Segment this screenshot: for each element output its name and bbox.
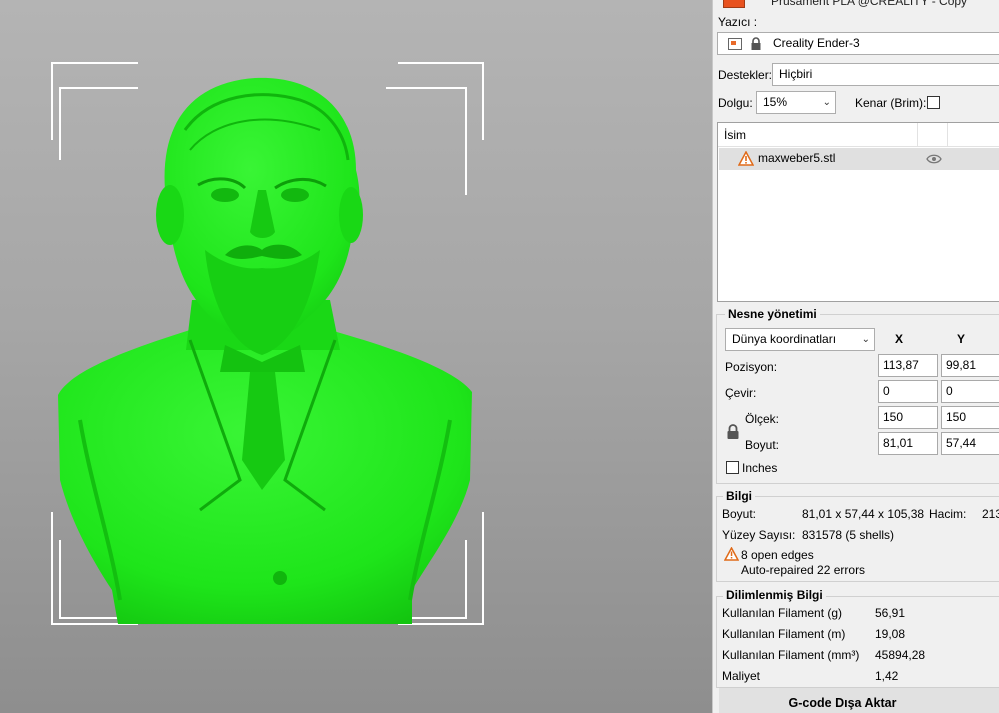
scale-label: Ölçek:	[745, 412, 780, 426]
brim-label: Kenar (Brim):	[855, 96, 927, 110]
infill-label: Dolgu:	[718, 96, 753, 110]
warning-icon	[724, 547, 739, 561]
sliced-row-label: Kullanılan Filament (g)	[722, 606, 843, 620]
sliced-row-label: Maliyet	[722, 669, 761, 683]
column-visibility[interactable]	[918, 123, 948, 147]
size-y-input[interactable]: 57,44	[941, 432, 999, 455]
object-manipulation-title: Nesne yönetimi	[725, 307, 820, 321]
list-item[interactable]: maxweber5.stl	[719, 148, 999, 170]
lock-icon[interactable]	[726, 424, 740, 440]
scale-y-input[interactable]: 150	[941, 406, 999, 429]
column-y-label: Y	[957, 332, 966, 346]
sliced-row-value: 45894,28	[875, 648, 926, 662]
info-facets-value: 831578 (5 shells)	[802, 528, 895, 542]
info-volume-value: 213	[982, 507, 999, 521]
sliced-row-label: Kullanılan Filament (mm³)	[722, 648, 860, 662]
info-facets-label: Yüzey Sayısı:	[722, 528, 796, 542]
printer-label: Yazıcı :	[718, 15, 758, 29]
size-label: Boyut:	[745, 438, 780, 452]
rotate-x-input[interactable]: 0	[878, 380, 938, 403]
bust-model-scene[interactable]	[0, 0, 712, 713]
position-x-input[interactable]: 113,87	[878, 354, 938, 377]
sliced-info-title: Dilimlenmiş Bilgi	[723, 588, 826, 602]
brim-checkbox[interactable]	[927, 96, 940, 109]
info-volume-label: Hacim:	[929, 507, 967, 521]
object-name: maxweber5.stl	[758, 151, 836, 165]
infill-select[interactable]: 15% ⌄	[756, 91, 836, 114]
filament-preset-label[interactable]: Prusament PLA @CREALITY - Copy	[771, 0, 967, 8]
printer-value: Creality Ender-3	[773, 36, 860, 50]
info-title: Bilgi	[723, 489, 755, 503]
info-size-label: Boyut:	[722, 507, 757, 521]
auto-repaired-warning: Auto-repaired 22 errors	[741, 563, 866, 577]
coordinate-system-value: Dünya koordinatları	[732, 332, 837, 346]
coordinate-system-select[interactable]: Dünya koordinatları ⌄	[725, 328, 875, 351]
rotate-y-input[interactable]: 0	[941, 380, 999, 403]
size-x-input[interactable]: 81,01	[878, 432, 938, 455]
chevron-down-icon: ⌄	[861, 334, 870, 345]
position-label: Pozisyon:	[725, 360, 778, 374]
supports-label: Destekler:	[718, 68, 773, 82]
chevron-down-icon: ⌄	[822, 97, 831, 108]
export-gcode-button[interactable]: G-code Dışa Aktar	[719, 687, 999, 713]
bust-model[interactable]	[58, 77, 472, 624]
scale-x-input[interactable]: 150	[878, 406, 938, 429]
infill-value: 15%	[763, 95, 788, 109]
open-edges-warning: 8 open edges	[741, 548, 814, 562]
warning-icon	[738, 151, 754, 166]
object-list-header: İsim	[718, 123, 999, 147]
lock-icon	[751, 37, 761, 50]
rotate-label: Çevir:	[725, 386, 757, 400]
sliced-row-value: 19,08	[875, 627, 906, 641]
inches-checkbox[interactable]	[726, 461, 739, 474]
column-name[interactable]: İsim	[718, 123, 918, 147]
supports-select[interactable]: Hiçbiri	[772, 63, 999, 86]
position-y-input[interactable]: 99,81	[941, 354, 999, 377]
object-list[interactable]: İsim maxweber5.stl	[717, 122, 999, 302]
inches-label: Inches	[742, 461, 778, 475]
printer-icon	[728, 38, 742, 50]
eye-icon[interactable]	[926, 154, 942, 164]
supports-value: Hiçbiri	[779, 67, 813, 81]
filament-color-swatch[interactable]	[723, 0, 745, 8]
3d-viewport[interactable]	[0, 0, 712, 713]
sliced-row-label: Kullanılan Filament (m)	[722, 627, 846, 641]
sliced-row-value: 56,91	[875, 606, 906, 620]
info-size-value: 81,01 x 57,44 x 105,38	[802, 507, 925, 521]
column-x-label: X	[895, 332, 904, 346]
sliced-row-value: 1,42	[875, 669, 899, 683]
sidebar-panel: Prusament PLA @CREALITY - Copy Yazıcı : …	[712, 0, 999, 713]
